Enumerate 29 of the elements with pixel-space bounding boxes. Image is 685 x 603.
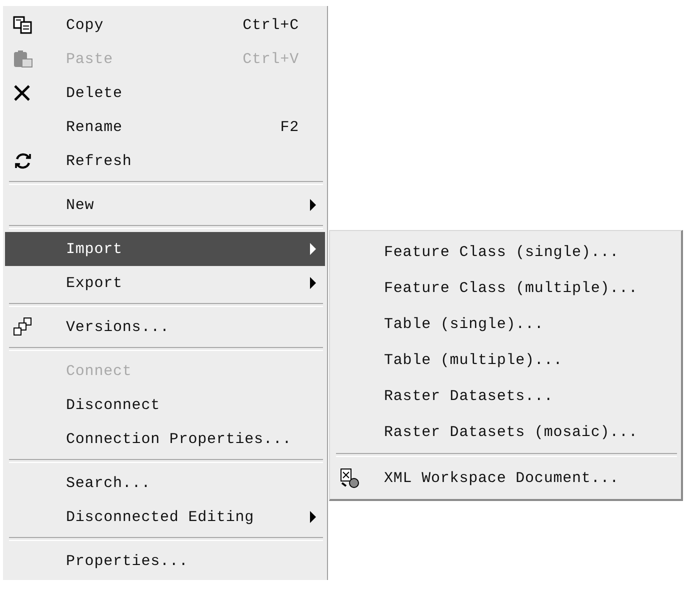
menu-item[interactable]: Versions... xyxy=(5,310,325,344)
documents-icon xyxy=(13,317,33,337)
menu-item[interactable]: New xyxy=(5,188,325,222)
shortcut-label: Ctrl+V xyxy=(242,50,299,68)
menu-item[interactable]: Raster Datasets... xyxy=(332,378,679,414)
refresh-icon xyxy=(13,151,33,171)
menu-item[interactable]: Export xyxy=(5,266,325,300)
close-icon xyxy=(13,84,31,102)
menu-item[interactable]: Feature Class (single)... xyxy=(332,234,679,270)
clipboard-icon xyxy=(13,50,33,68)
shortcut-label: Ctrl+C xyxy=(242,16,299,34)
menu-item[interactable]: Raster Datasets (mosaic)... xyxy=(332,414,679,450)
menu-item[interactable]: Disconnect xyxy=(5,388,325,422)
menu-item[interactable]: Properties... xyxy=(5,544,325,578)
shortcut-label: F2 xyxy=(280,118,299,136)
menu-item[interactable]: Search... xyxy=(5,466,325,500)
copy-icon xyxy=(13,16,33,34)
document-icon xyxy=(340,468,360,488)
menu-item[interactable]: Connection Properties... xyxy=(5,422,325,456)
menu-item[interactable]: Table (multiple)... xyxy=(332,342,679,378)
menu-item[interactable]: Refresh xyxy=(5,144,325,178)
menu-item[interactable]: Copy Ctrl+C xyxy=(5,8,325,42)
menu-item[interactable]: Table (single)... xyxy=(332,306,679,342)
menu-item[interactable]: XML Workspace Document... xyxy=(332,460,679,496)
menu-item[interactable]: Rename F2 xyxy=(5,110,325,144)
menu-item[interactable]: Import xyxy=(5,232,325,266)
menu-item[interactable]: Feature Class (multiple)... xyxy=(332,270,679,306)
menu-item[interactable]: Delete xyxy=(5,76,325,110)
menu-item[interactable]: Disconnected Editing xyxy=(5,500,325,534)
